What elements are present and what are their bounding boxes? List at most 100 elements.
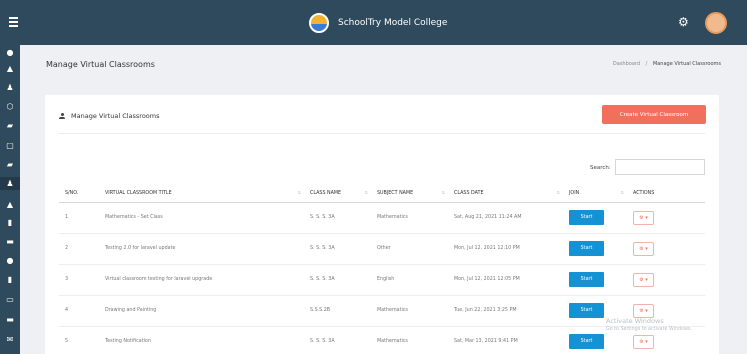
cell-title: Virtual classroom testing for laravel up…	[99, 264, 304, 296]
column-header-actions: ACTIONS	[627, 185, 705, 203]
users-icon[interactable]: ♟	[0, 177, 20, 190]
cell-actions: ⚙ ▾	[627, 295, 705, 327]
cell-date: Sat, Mar 13, 2021 9:41 PM	[448, 326, 563, 354]
classrooms-table: S/NO. VIRTUAL CLASSROOM TITLE ⇅ CLASS NAM…	[59, 185, 705, 354]
column-header-class-name[interactable]: CLASS NAME ⇅	[304, 185, 371, 203]
divider	[59, 133, 705, 134]
cell-class-name: S.S.S.2B	[304, 295, 371, 327]
top-bar: SchoolTry Model College ⚙	[0, 0, 747, 45]
cell-date: Mon, Jul 12, 2021 12:05 PM	[448, 264, 563, 296]
breadcrumb: Dashboard / Manage Virtual Classrooms	[613, 61, 721, 67]
mail-icon[interactable]: ✉	[5, 335, 15, 344]
classrooms-card: Manage Virtual Classrooms Create Virtual…	[45, 95, 719, 354]
table-header-row: S/NO. VIRTUAL CLASSROOM TITLE ⇅ CLASS NAM…	[59, 185, 705, 203]
cell-sno: 4	[59, 295, 99, 327]
sort-icon: ⇅	[620, 190, 624, 195]
minus-icon[interactable]: ▬	[5, 315, 15, 324]
cell-subject: Mathematics	[371, 326, 448, 354]
card-icon[interactable]: ▬	[5, 237, 15, 246]
search-label: Search:	[590, 165, 611, 171]
table-row: 4 Drawing and Painting S.S.S.2B Mathemat…	[59, 295, 705, 327]
breadcrumb-separator: /	[645, 61, 648, 67]
cell-sno: 2	[59, 233, 99, 265]
cell-sno: 5	[59, 326, 99, 354]
lock-icon[interactable]: ⬡	[5, 102, 15, 111]
user-icon[interactable]: ▲	[5, 200, 15, 209]
cell-subject: Mathematics	[371, 202, 448, 234]
user-avatar[interactable]	[705, 12, 727, 34]
column-header-join[interactable]: JOIN ⇅	[563, 185, 627, 203]
file-icon[interactable]: ▢	[5, 141, 15, 150]
cell-actions: ⚙ ▾	[627, 202, 705, 234]
cell-date: Mon, Jul 12, 2021 12:10 PM	[448, 233, 563, 265]
table-row: 2 Testing 2.0 for laravel update S. S. S…	[59, 233, 705, 265]
cell-title: Testing Notification	[99, 326, 304, 354]
start-button[interactable]: Start	[569, 303, 604, 318]
table-row: 3 Virtual classroom testing for laravel …	[59, 264, 705, 296]
create-virtual-classroom-button[interactable]: Create Virtual Classroom	[602, 105, 706, 124]
card-title: Manage Virtual Classrooms	[59, 112, 160, 120]
sidebar: ● ▲ ♟ ⬡ ▰ ▢ ▰ ♟ ▲ ▮ ▬ ● ▮ ▭ ▬ ✉	[0, 45, 20, 354]
cell-title: Testing 2.0 for laravel update	[99, 233, 304, 265]
cell-class-name: S. S. S. 3A	[304, 326, 371, 354]
cell-title: Drawing and Painting	[99, 295, 304, 327]
document-icon[interactable]: ▮	[5, 218, 15, 227]
menu-icon[interactable]	[9, 17, 18, 27]
school-logo	[309, 13, 329, 33]
start-button[interactable]: Start	[569, 272, 604, 287]
start-button[interactable]: Start	[569, 210, 604, 225]
cell-actions: ⚙ ▾	[627, 264, 705, 296]
cell-actions: ⚙ ▾	[627, 326, 705, 354]
cell-subject: Other	[371, 233, 448, 265]
actions-dropdown-button[interactable]: ⚙ ▾	[633, 334, 654, 349]
table-row: 5 Testing Notification S. S. S. 3A Mathe…	[59, 326, 705, 354]
column-header-title[interactable]: VIRTUAL CLASSROOM TITLE ⇅	[99, 185, 304, 203]
column-header-subject-name[interactable]: SUBJECT NAME ⇅	[371, 185, 448, 203]
cell-date: Sat, Aug 21, 2021 11:24 AM	[448, 202, 563, 234]
cell-class-name: S. S. S. 3A	[304, 233, 371, 265]
sort-icon: ⇅	[556, 190, 560, 195]
actions-dropdown-button[interactable]: ⚙ ▾	[633, 303, 654, 318]
table-row: 1 Mathematics - Set Class S. S. S. 3A Ma…	[59, 202, 705, 234]
user-icon[interactable]: ▲	[5, 64, 15, 73]
cell-sno: 1	[59, 202, 99, 234]
cell-subject: Mathematics	[371, 295, 448, 327]
book-icon[interactable]: ▰	[5, 121, 15, 130]
cell-join: Start	[563, 264, 627, 296]
start-button[interactable]: Start	[569, 241, 604, 256]
sort-icon: ⇅	[297, 190, 301, 195]
cell-actions: ⚙ ▾	[627, 233, 705, 265]
brand-name: SchoolTry Model College	[338, 18, 448, 28]
actions-dropdown-button[interactable]: ⚙ ▾	[633, 272, 654, 287]
gear-icon[interactable]: ⚙	[678, 16, 690, 28]
laptop-icon[interactable]: ▭	[5, 295, 15, 304]
sort-icon: ⇅	[364, 190, 368, 195]
cell-join: Start	[563, 326, 627, 354]
folder-icon[interactable]: ▰	[5, 160, 15, 169]
cell-join: Start	[563, 295, 627, 327]
actions-dropdown-button[interactable]: ⚙ ▾	[633, 210, 654, 225]
cell-sno: 3	[59, 264, 99, 296]
card-title-text: Manage Virtual Classrooms	[71, 112, 160, 120]
dashboard-icon[interactable]: ●	[5, 48, 15, 57]
column-header-sno[interactable]: S/NO.	[59, 185, 99, 203]
cell-class-name: S. S. S. 3A	[304, 202, 371, 234]
cell-join: Start	[563, 202, 627, 234]
actions-dropdown-button[interactable]: ⚙ ▾	[633, 241, 654, 256]
column-header-class-date[interactable]: CLASS DATE ⇅	[448, 185, 563, 203]
page-title: Manage Virtual Classrooms	[46, 60, 155, 69]
cell-title: Mathematics - Set Class	[99, 202, 304, 234]
circle-icon[interactable]: ●	[5, 256, 15, 265]
breadcrumb-dashboard[interactable]: Dashboard	[613, 61, 640, 67]
cell-subject: English	[371, 264, 448, 296]
search-input[interactable]	[615, 159, 705, 175]
sort-icon: ⇅	[441, 190, 445, 195]
brand[interactable]: SchoolTry Model College	[309, 12, 447, 34]
start-button[interactable]: Start	[569, 334, 604, 349]
user-icon	[59, 113, 65, 119]
cell-join: Start	[563, 233, 627, 265]
cell-class-name: S. S. S. 3A	[304, 264, 371, 296]
report-icon[interactable]: ▮	[5, 275, 15, 284]
breadcrumb-current: Manage Virtual Classrooms	[652, 61, 721, 67]
users-icon[interactable]: ♟	[5, 83, 15, 92]
